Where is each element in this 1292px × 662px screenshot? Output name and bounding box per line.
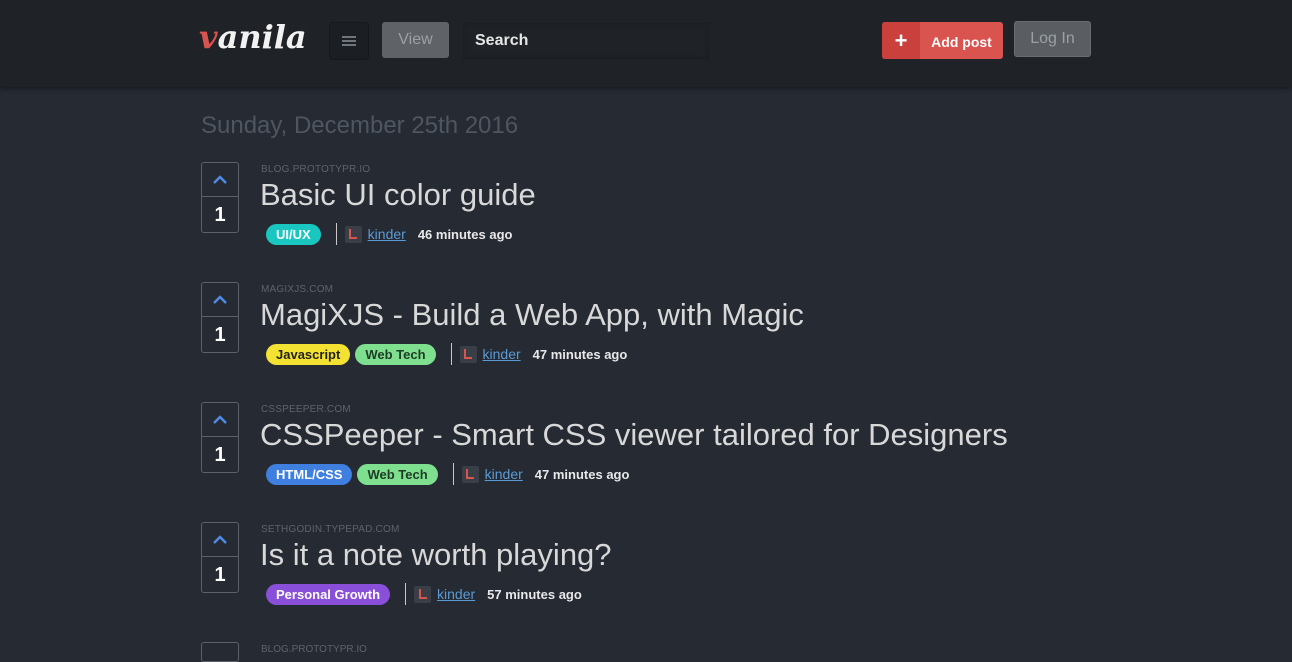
post-title[interactable]: Basic UI color guide — [260, 177, 536, 213]
menu-button[interactable] — [329, 22, 369, 60]
date-heading: Sunday, December 25th 2016 — [201, 112, 519, 139]
vote-count: 1 — [214, 323, 226, 346]
user-avatar-icon — [461, 465, 479, 483]
logo-text: anila — [217, 18, 307, 56]
chevron-up-icon — [213, 414, 227, 424]
divider — [335, 223, 337, 245]
chevron-up-icon — [213, 534, 227, 544]
tag-badge[interactable]: HTML/CSS — [266, 463, 353, 485]
tag-badge[interactable]: UI/UX — [266, 223, 321, 245]
post-domain[interactable]: BLOG.PROTOTYPR.IO — [261, 164, 370, 175]
tag-badge[interactable]: Web Tech — [357, 463, 438, 485]
upvote-button[interactable] — [202, 523, 238, 557]
author-link[interactable]: kinder — [368, 226, 406, 242]
tag-badge[interactable]: Personal Growth — [266, 583, 391, 605]
post-item: 1 CSSPEEPER.COM CSSPeeper - Smart CSS vi… — [201, 402, 1101, 502]
add-post-label: Add post — [931, 33, 992, 50]
divider — [405, 583, 407, 605]
search-input[interactable] — [463, 23, 709, 59]
author-link[interactable]: kinder — [483, 346, 521, 362]
post-title[interactable]: Is it a note worth playing? — [260, 537, 612, 573]
vote-count: 1 — [214, 563, 226, 586]
post-domain[interactable]: CSSPEEPER.COM — [261, 404, 351, 415]
divider — [450, 343, 452, 365]
post-meta: Personal Growth kinder 57 minutes ago — [266, 583, 582, 605]
vote-box: 1 — [201, 162, 239, 233]
view-button[interactable]: View — [382, 22, 449, 58]
post-item: 1 MAGIXJS.COM MagiXJS - Build a Web App,… — [201, 282, 1101, 382]
upvote-button[interactable] — [202, 283, 238, 317]
user-avatar-icon — [414, 585, 432, 603]
vote-count: 1 — [214, 443, 226, 466]
divider — [452, 463, 454, 485]
post-time: 46 minutes ago — [417, 226, 513, 242]
post-time: 47 minutes ago — [534, 466, 630, 482]
post-meta: HTML/CSS Web Tech kinder 47 minutes ago — [266, 463, 629, 485]
add-post-button[interactable]: + Add post — [882, 22, 1003, 59]
logo-accent-letter: v — [199, 18, 218, 56]
upvote-button[interactable] — [202, 403, 238, 437]
upvote-button[interactable] — [202, 163, 238, 197]
vote-box: 1 — [201, 282, 239, 353]
user-avatar-icon — [344, 225, 362, 243]
post-title[interactable]: CSSPeeper - Smart CSS viewer tailored fo… — [260, 417, 1008, 453]
post-title[interactable]: MagiXJS - Build a Web App, with Magic — [260, 297, 804, 333]
vote-box-partial[interactable] — [201, 642, 239, 662]
hamburger-menu-icon — [342, 36, 356, 46]
vote-box: 1 — [201, 402, 239, 473]
vanila-logo[interactable]: vanila — [199, 18, 307, 56]
top-navbar: vanila View + Add post Log In — [0, 0, 1292, 87]
login-button[interactable]: Log In — [1014, 21, 1091, 57]
tag-badge[interactable]: Javascript — [266, 343, 351, 365]
tag-badge[interactable]: Web Tech — [355, 343, 436, 365]
author-link[interactable]: kinder — [437, 586, 475, 602]
post-item: 1 BLOG.PROTOTYPR.IO Basic UI color guide… — [201, 162, 1101, 262]
post-time: 57 minutes ago — [487, 586, 582, 602]
post-domain[interactable]: MAGIXJS.COM — [261, 284, 333, 295]
chevron-up-icon — [213, 174, 227, 184]
post-meta: UI/UX kinder 46 minutes ago — [266, 223, 512, 245]
post-domain[interactable]: SETHGODIN.TYPEPAD.COM — [261, 524, 399, 535]
vote-count: 1 — [214, 203, 226, 226]
post-item: 1 SETHGODIN.TYPEPAD.COM Is it a note wor… — [201, 522, 1101, 622]
post-meta: Javascript Web Tech kinder 47 minutes ag… — [266, 343, 627, 365]
vote-box: 1 — [201, 522, 239, 593]
user-avatar-icon — [459, 345, 477, 363]
author-link[interactable]: kinder — [485, 466, 523, 482]
plus-icon: + — [882, 22, 920, 59]
post-time: 47 minutes ago — [532, 346, 628, 362]
chevron-up-icon — [213, 294, 227, 304]
